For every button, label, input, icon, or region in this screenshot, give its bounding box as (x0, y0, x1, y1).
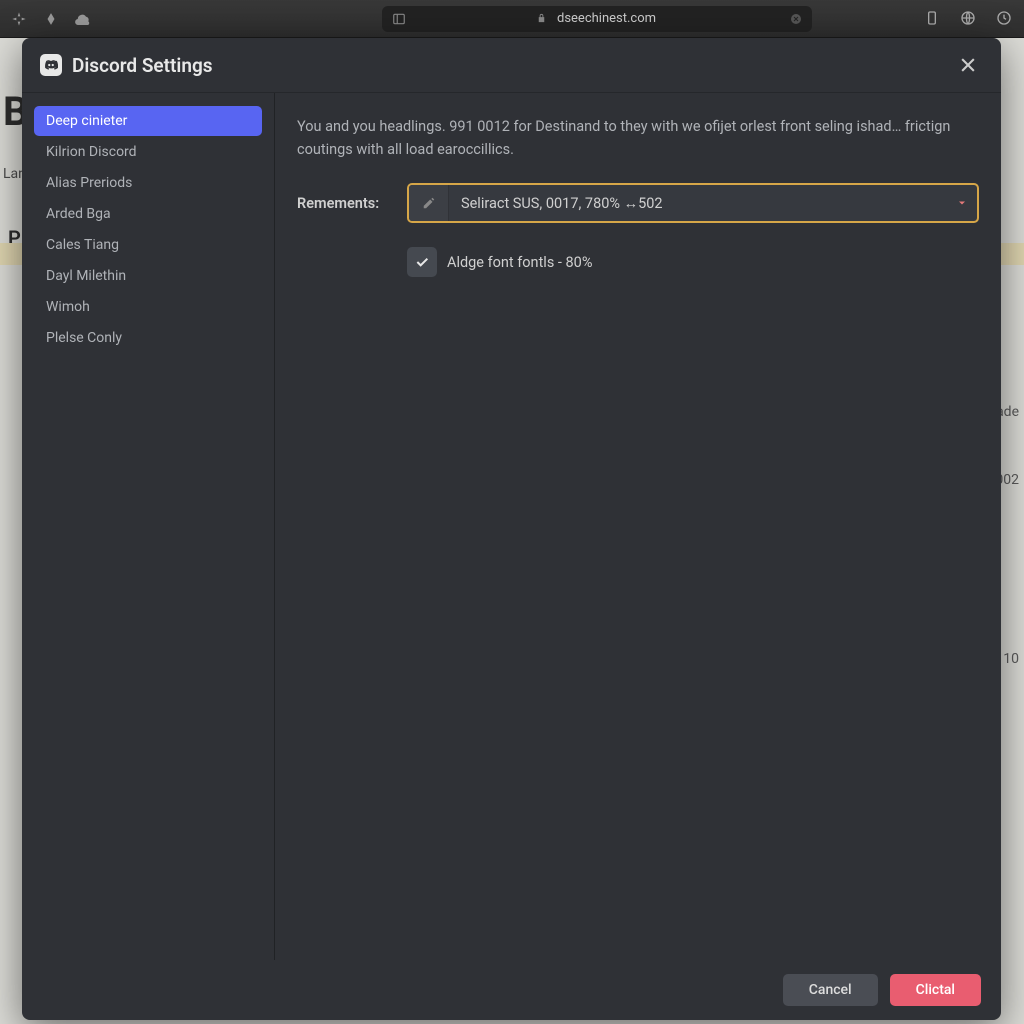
cancel-button[interactable]: Cancel (783, 974, 878, 1006)
nav-diamond-icon[interactable] (42, 10, 60, 28)
sidebar-item-arded-bga[interactable]: Arded Bga (34, 199, 262, 229)
url-clear-icon[interactable] (790, 13, 802, 25)
sidebar-item-cales-tiang[interactable]: Cales Tiang (34, 230, 262, 260)
sidebar-item-alias-preriods[interactable]: Alias Preriods (34, 168, 262, 198)
lock-icon (536, 13, 547, 24)
device-icon[interactable] (924, 10, 942, 28)
sidebar-item-label: Cales Tiang (46, 237, 119, 253)
right-icons (924, 10, 1014, 28)
sidebar-item-kilrion-discord[interactable]: Kilrion Discord (34, 137, 262, 167)
sidebar-item-dayl-milethin[interactable]: Dayl Milethin (34, 261, 262, 291)
clock-icon[interactable] (996, 10, 1014, 28)
sidebar-item-label: Wimoh (46, 299, 90, 315)
aldge-font-checkbox[interactable] (407, 247, 437, 277)
settings-content: You and you headlings. 991 0012 for Dest… (275, 93, 1001, 960)
close-button[interactable] (953, 50, 983, 80)
nav-icons (10, 10, 92, 28)
modal-body: Deep cinieter Kilrion Discord Alias Prer… (22, 93, 1001, 960)
sidebar-item-wimoh[interactable]: Wimoh (34, 292, 262, 322)
sidebar-toggle-icon[interactable] (392, 12, 406, 26)
checkbox-label: Aldge font fontls - 80% (447, 254, 592, 271)
modal-title: Discord Settings (72, 54, 213, 77)
remements-row: Remements: Seliract SUS, 0017, 780% ↔502 (297, 183, 979, 223)
url-bar[interactable]: dseechinest.com (382, 6, 812, 32)
description-text: You and you headlings. 991 0012 for Dest… (297, 115, 977, 161)
browser-toolbar: dseechinest.com (0, 0, 1024, 38)
settings-sidebar: Deep cinieter Kilrion Discord Alias Prer… (22, 93, 275, 960)
modal-header: Discord Settings (22, 38, 1001, 93)
sidebar-item-label: Arded Bga (46, 206, 111, 222)
sidebar-item-label: Plelse Conly (46, 330, 122, 346)
confirm-button[interactable]: Clictal (890, 974, 981, 1006)
sidebar-item-deep-cinieter[interactable]: Deep cinieter (34, 106, 262, 136)
sidebar-item-plelse-conly[interactable]: Plelse Conly (34, 323, 262, 353)
checkbox-row: Aldge font fontls - 80% (407, 247, 979, 277)
remements-select[interactable]: Seliract SUS, 0017, 780% ↔502 (407, 183, 979, 223)
sidebar-item-label: Deep cinieter (46, 113, 127, 129)
nav-back-icon[interactable] (10, 10, 28, 28)
chevron-down-icon (947, 185, 977, 221)
modal-footer: Cancel Clictal (22, 960, 1001, 1020)
nav-cloud-icon[interactable] (74, 10, 92, 28)
url-text: dseechinest.com (557, 11, 656, 26)
sidebar-item-label: Alias Preriods (46, 175, 132, 191)
pencil-icon (409, 185, 449, 221)
remements-label: Remements: (297, 195, 395, 212)
select-value: Seliract SUS, 0017, 780% ↔502 (449, 185, 947, 221)
sidebar-item-label: Kilrion Discord (46, 144, 137, 160)
globe-icon[interactable] (960, 10, 978, 28)
discord-logo-icon (40, 54, 62, 76)
settings-modal: Discord Settings Deep cinieter Kilrion D… (22, 38, 1001, 1020)
sidebar-item-label: Dayl Milethin (46, 268, 126, 284)
